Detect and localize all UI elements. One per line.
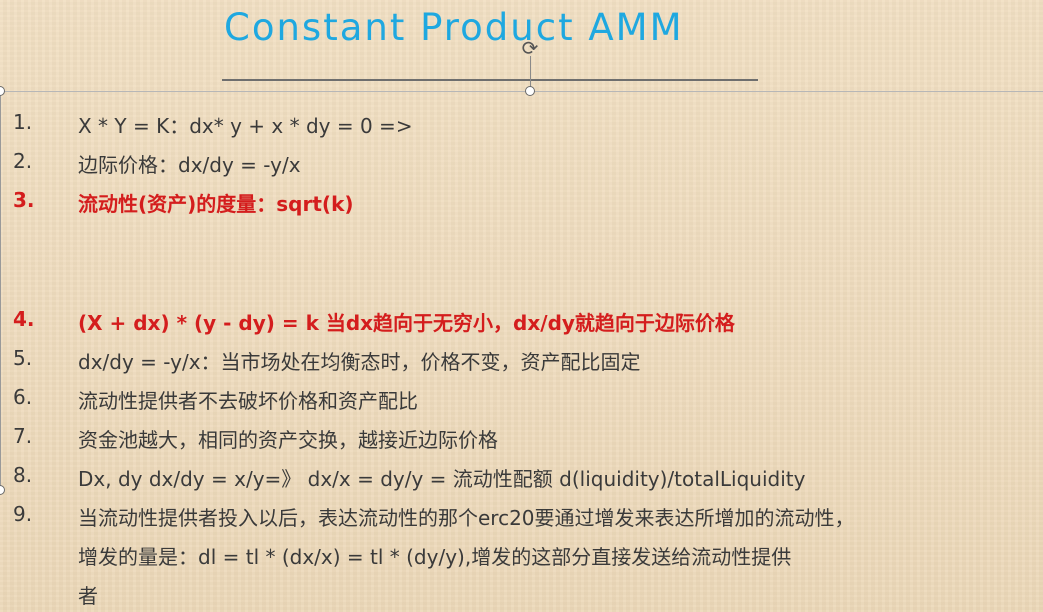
list-item-number: 1.: [13, 110, 33, 134]
list-item-number: 2.: [13, 149, 33, 173]
list-item-text: X * Y = K：dx* y + x * dy = 0 =>: [78, 114, 413, 138]
list-item-number: 9.: [13, 502, 33, 526]
title-underline: [222, 79, 758, 81]
list-item-text: (X + dx) * (y - dy) = k 当dx趋向于无穷小，dx/dy就…: [78, 311, 735, 335]
list-item-text: Dx, dy dx/dy = x/y=》 dx/x = dy/y = 流动性配额…: [78, 467, 806, 491]
list-item-number: 8.: [13, 463, 33, 487]
list-item-number: 5.: [13, 346, 33, 370]
slide-title[interactable]: Constant Product AMM: [224, 6, 684, 49]
list-item-text: 流动性提供者不去破坏价格和资产配比: [78, 389, 418, 413]
list-item-text: 流动性(资产)的度量：sqrt(k): [78, 192, 354, 216]
resize-handle-top-middle[interactable]: [525, 86, 535, 96]
list-item-number: 4.: [13, 307, 35, 331]
list-item-continuation: 者: [78, 584, 98, 608]
list-item-continuation: 增发的量是：dl = tl * (dx/x) = tl * (dy/y),增发的…: [78, 545, 792, 569]
resize-handle-middle-left[interactable]: [0, 485, 5, 495]
list-item-text: 当流动性提供者投入以后，表达流动性的那个erc20要通过增发来表达所增加的流动性…: [78, 506, 855, 530]
list-item-number: 3.: [13, 188, 35, 212]
list-item-text: dx/dy = -y/x：当市场处在均衡态时，价格不变，资产配比固定: [78, 350, 641, 374]
list-item-number: 6.: [13, 385, 33, 409]
list-item-text: 资金池越大，相同的资产交换，越接近边际价格: [78, 428, 498, 452]
list-item-text: 边际价格：dx/dy = -y/x: [78, 153, 301, 177]
rotate-icon[interactable]: ⟳: [518, 36, 542, 60]
list-item-number: 7.: [13, 424, 33, 448]
